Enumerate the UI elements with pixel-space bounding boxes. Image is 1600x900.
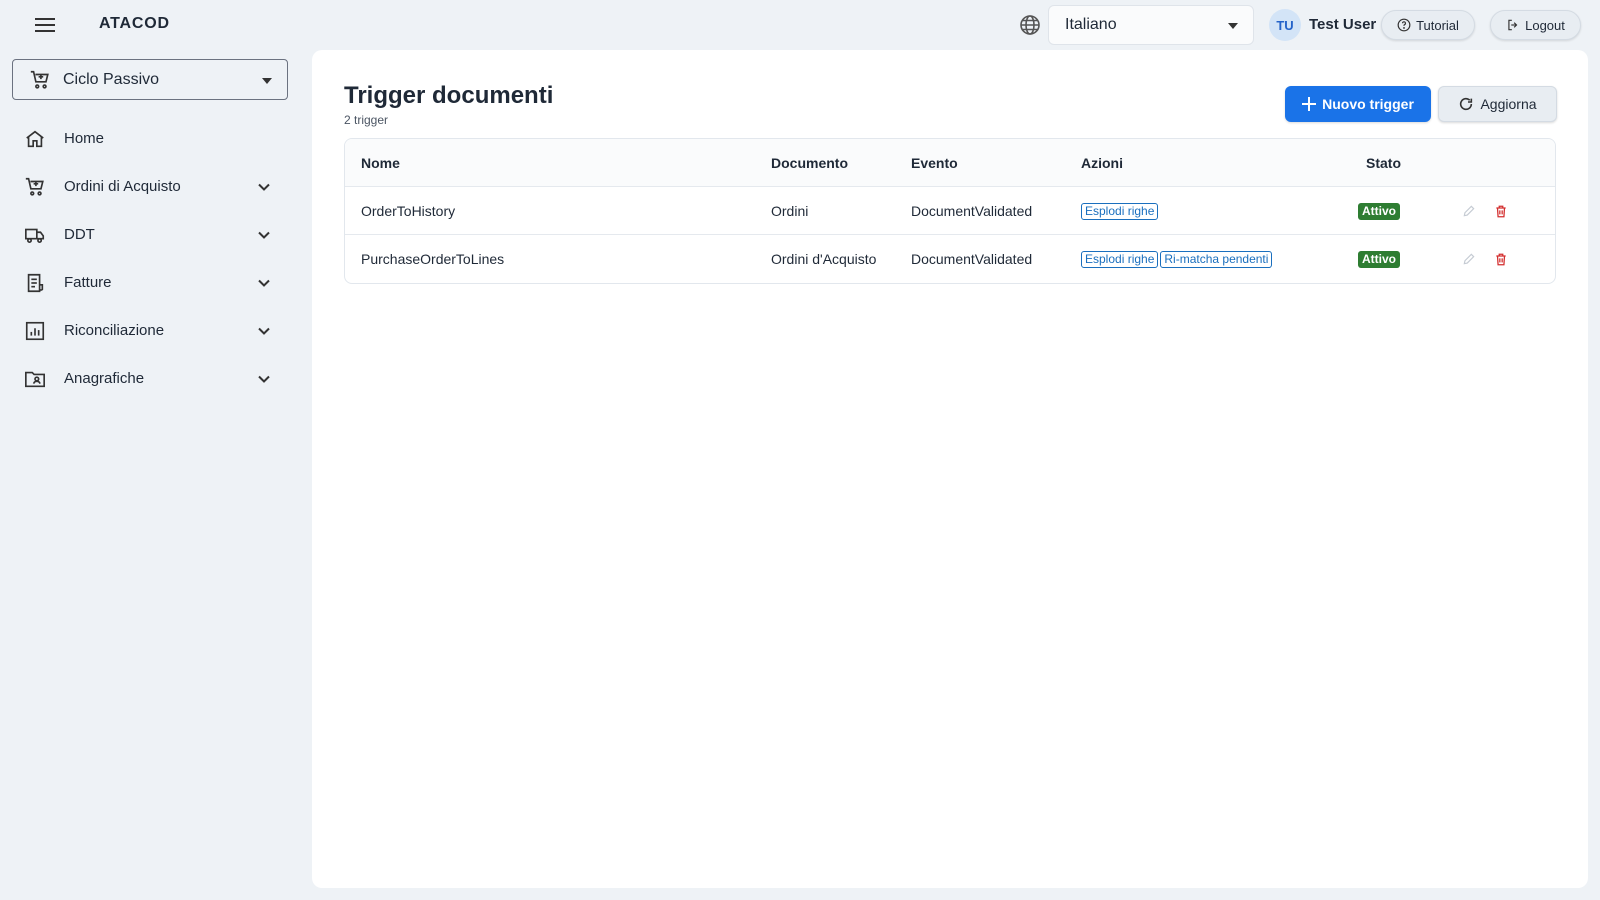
new-trigger-button[interactable]: Nuovo trigger bbox=[1285, 86, 1431, 122]
cell-evento: DocumentValidated bbox=[911, 203, 1033, 219]
help-circle-icon bbox=[1397, 18, 1411, 32]
cell-documento: Ordini d'Acquisto bbox=[771, 251, 877, 267]
table-row[interactable]: OrderToHistory Ordini DocumentValidated … bbox=[345, 187, 1555, 235]
refresh-button[interactable]: Aggiorna bbox=[1438, 86, 1557, 122]
cell-documento: Ordini bbox=[771, 203, 809, 219]
refresh-label: Aggiorna bbox=[1480, 96, 1537, 112]
home-icon bbox=[26, 130, 44, 148]
language-select[interactable]: Italiano bbox=[1048, 5, 1254, 45]
avatar[interactable]: TU bbox=[1269, 9, 1301, 41]
column-header-stato[interactable]: Stato bbox=[1366, 139, 1401, 187]
tutorial-button[interactable]: Tutorial bbox=[1381, 10, 1475, 40]
trash-icon bbox=[1496, 205, 1506, 217]
delete-button[interactable] bbox=[1492, 202, 1510, 220]
hamburger-menu-button[interactable] bbox=[30, 10, 60, 40]
cart-icon bbox=[25, 177, 44, 196]
caret-down-icon bbox=[1228, 23, 1238, 29]
cell-azioni: Esplodi righe Ri-matcha pendenti bbox=[1081, 235, 1273, 283]
sidebar-item-label: DDT bbox=[64, 226, 95, 243]
trash-icon bbox=[1496, 253, 1506, 265]
chevron-down-icon bbox=[258, 183, 270, 191]
column-header-documento[interactable]: Documento bbox=[771, 139, 848, 187]
edit-button[interactable] bbox=[1460, 250, 1478, 268]
table-row[interactable]: PurchaseOrderToLines Ordini d'Acquisto D… bbox=[345, 235, 1555, 283]
tutorial-label: Tutorial bbox=[1416, 17, 1459, 33]
receipt-icon bbox=[27, 273, 44, 293]
truck-icon bbox=[25, 228, 45, 243]
row-actions bbox=[1460, 187, 1510, 235]
chevron-down-icon bbox=[258, 375, 270, 383]
logout-label: Logout bbox=[1525, 17, 1565, 33]
chevron-down-icon bbox=[258, 279, 270, 287]
menu-icon bbox=[35, 18, 55, 32]
contacts-folder-icon bbox=[25, 371, 45, 388]
refresh-icon bbox=[1460, 97, 1473, 111]
chart-icon bbox=[25, 321, 45, 341]
logout-icon bbox=[1508, 19, 1518, 31]
action-chip: Esplodi righe bbox=[1081, 202, 1159, 220]
cell-stato: Attivo bbox=[1358, 187, 1400, 235]
cart-icon bbox=[30, 70, 49, 89]
page-title: Trigger documenti bbox=[344, 82, 554, 109]
sidebar-item-anagrafiche[interactable]: Anagrafiche bbox=[12, 357, 288, 401]
sidebar-item-label: Ordini di Acquisto bbox=[64, 178, 181, 195]
row-actions bbox=[1460, 235, 1510, 283]
sidebar-item-riconciliazione[interactable]: Riconciliazione bbox=[12, 309, 288, 353]
cell-nome: PurchaseOrderToLines bbox=[361, 251, 505, 267]
cell-stato: Attivo bbox=[1358, 235, 1400, 283]
cell-evento: DocumentValidated bbox=[911, 251, 1033, 267]
table-header: Nome Documento Evento Azioni Stato bbox=[345, 139, 1555, 187]
globe-icon bbox=[1020, 15, 1040, 35]
trigger-count: 2 trigger bbox=[344, 113, 389, 127]
main-content: Trigger documenti 2 trigger Nuovo trigge… bbox=[312, 50, 1588, 888]
module-select-value: Ciclo Passivo bbox=[63, 71, 160, 88]
top-bar: ATACOD Italiano TU Test User Tutorial Lo… bbox=[0, 0, 1600, 50]
caret-down-icon bbox=[262, 78, 272, 84]
status-badge: Attivo bbox=[1358, 202, 1400, 220]
delete-button[interactable] bbox=[1492, 250, 1510, 268]
sidebar-item-ddt[interactable]: DDT bbox=[12, 213, 288, 257]
sidebar-item-label: Fatture bbox=[64, 274, 112, 291]
language-select-value: Italiano bbox=[1065, 16, 1117, 33]
edit-button[interactable] bbox=[1460, 202, 1478, 220]
status-badge: Attivo bbox=[1358, 250, 1400, 268]
pencil-icon bbox=[1463, 253, 1475, 265]
new-trigger-label: Nuovo trigger bbox=[1322, 96, 1414, 112]
column-header-azioni[interactable]: Azioni bbox=[1081, 139, 1123, 187]
sidebar-item-fatture[interactable]: Fatture bbox=[12, 261, 288, 305]
app-title: ATACOD bbox=[99, 15, 170, 32]
sidebar-item-home[interactable]: Home bbox=[12, 117, 288, 161]
user-name: Test User bbox=[1309, 16, 1377, 33]
chevron-down-icon bbox=[258, 231, 270, 239]
cell-azioni: Esplodi righe bbox=[1081, 187, 1159, 235]
logout-button[interactable]: Logout bbox=[1490, 10, 1581, 40]
cell-nome: OrderToHistory bbox=[361, 203, 456, 219]
column-header-evento[interactable]: Evento bbox=[911, 139, 958, 187]
chevron-down-icon bbox=[258, 327, 270, 335]
sidebar: Ciclo Passivo Home Ordini di Acquisto DD… bbox=[0, 50, 312, 900]
sidebar-item-ordini-di-acquisto[interactable]: Ordini di Acquisto bbox=[12, 165, 288, 209]
sidebar-item-label: Riconciliazione bbox=[64, 322, 165, 339]
plus-icon bbox=[1302, 97, 1317, 111]
module-select[interactable]: Ciclo Passivo bbox=[12, 59, 288, 100]
pencil-icon bbox=[1463, 205, 1475, 217]
action-chip: Esplodi righe bbox=[1081, 250, 1159, 268]
column-header-nome[interactable]: Nome bbox=[361, 139, 400, 187]
sidebar-item-label: Home bbox=[64, 130, 105, 147]
triggers-table: Nome Documento Evento Azioni Stato Order… bbox=[344, 138, 1556, 284]
sidebar-item-label: Anagrafiche bbox=[64, 370, 145, 387]
action-chip: Ri-matcha pendenti bbox=[1160, 250, 1273, 268]
